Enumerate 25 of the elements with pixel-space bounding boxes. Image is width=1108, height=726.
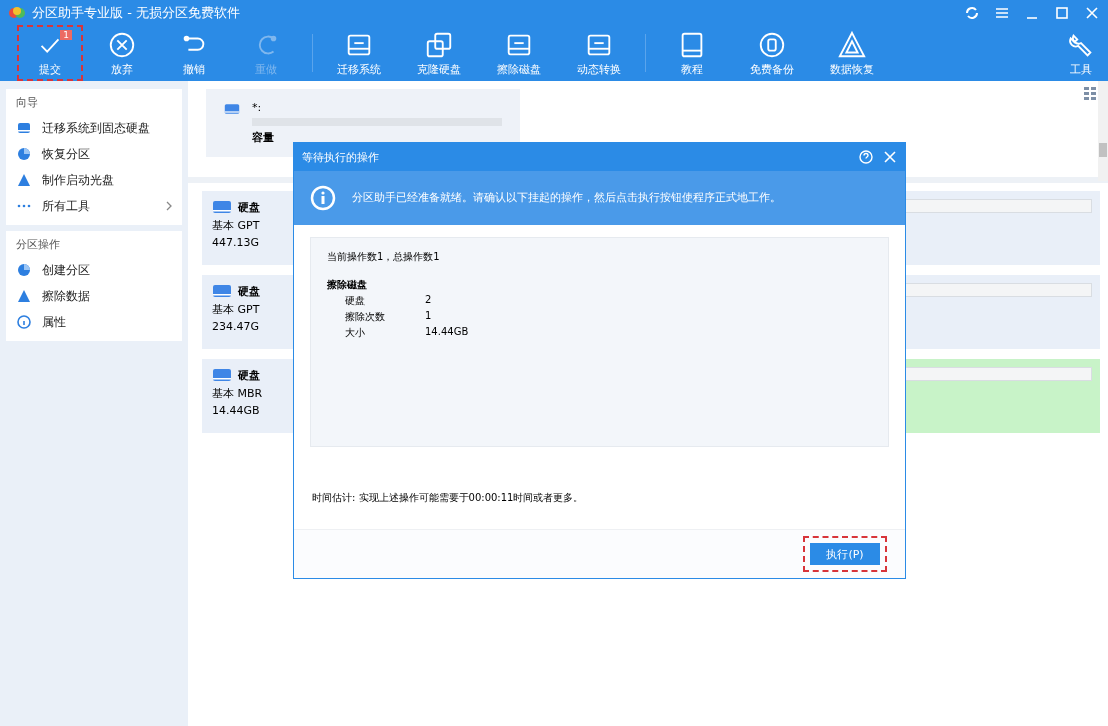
- disk-size: 447.13G: [212, 236, 260, 249]
- property-label: 硬盘: [345, 294, 366, 308]
- property-value: 2: [425, 294, 433, 307]
- operation-summary: 当前操作数1，总操作数1: [327, 250, 441, 264]
- disk-type: 基本 GPT: [212, 218, 261, 233]
- disk-name: 硬盘: [238, 367, 260, 383]
- info-message: 分区助手已经准备就绪。请确认以下挂起的操作，然后点击执行按钮使程序正式地工作。: [352, 191, 781, 205]
- property-value: 14.44GB: [425, 326, 470, 339]
- property-label: 大小: [345, 326, 366, 340]
- time-estimate: 时间估计: 实现上述操作可能需要于00:00:11时间或者更多。: [312, 491, 585, 505]
- window-title: 分区助手专业版 - 无损分区免费软件: [32, 4, 241, 22]
- panel-title: 向导: [16, 95, 39, 110]
- operation-title: 擦除磁盘: [327, 278, 368, 292]
- disk-size: 14.44GB: [212, 404, 261, 417]
- property-value: 1: [425, 310, 433, 323]
- disk-name: 硬盘: [238, 199, 260, 215]
- panel-title: 分区操作: [16, 237, 61, 252]
- disk-size: 234.47G: [212, 320, 260, 333]
- disk-type: 基本 GPT: [212, 302, 261, 317]
- disk-name: 硬盘: [238, 283, 260, 299]
- disk-type: 基本 MBR: [212, 386, 264, 401]
- partition-name: *:: [252, 101, 263, 114]
- count-badge: 1: [60, 30, 72, 40]
- capacity-label: 容量: [252, 130, 275, 145]
- property-label: 擦除次数: [345, 310, 386, 324]
